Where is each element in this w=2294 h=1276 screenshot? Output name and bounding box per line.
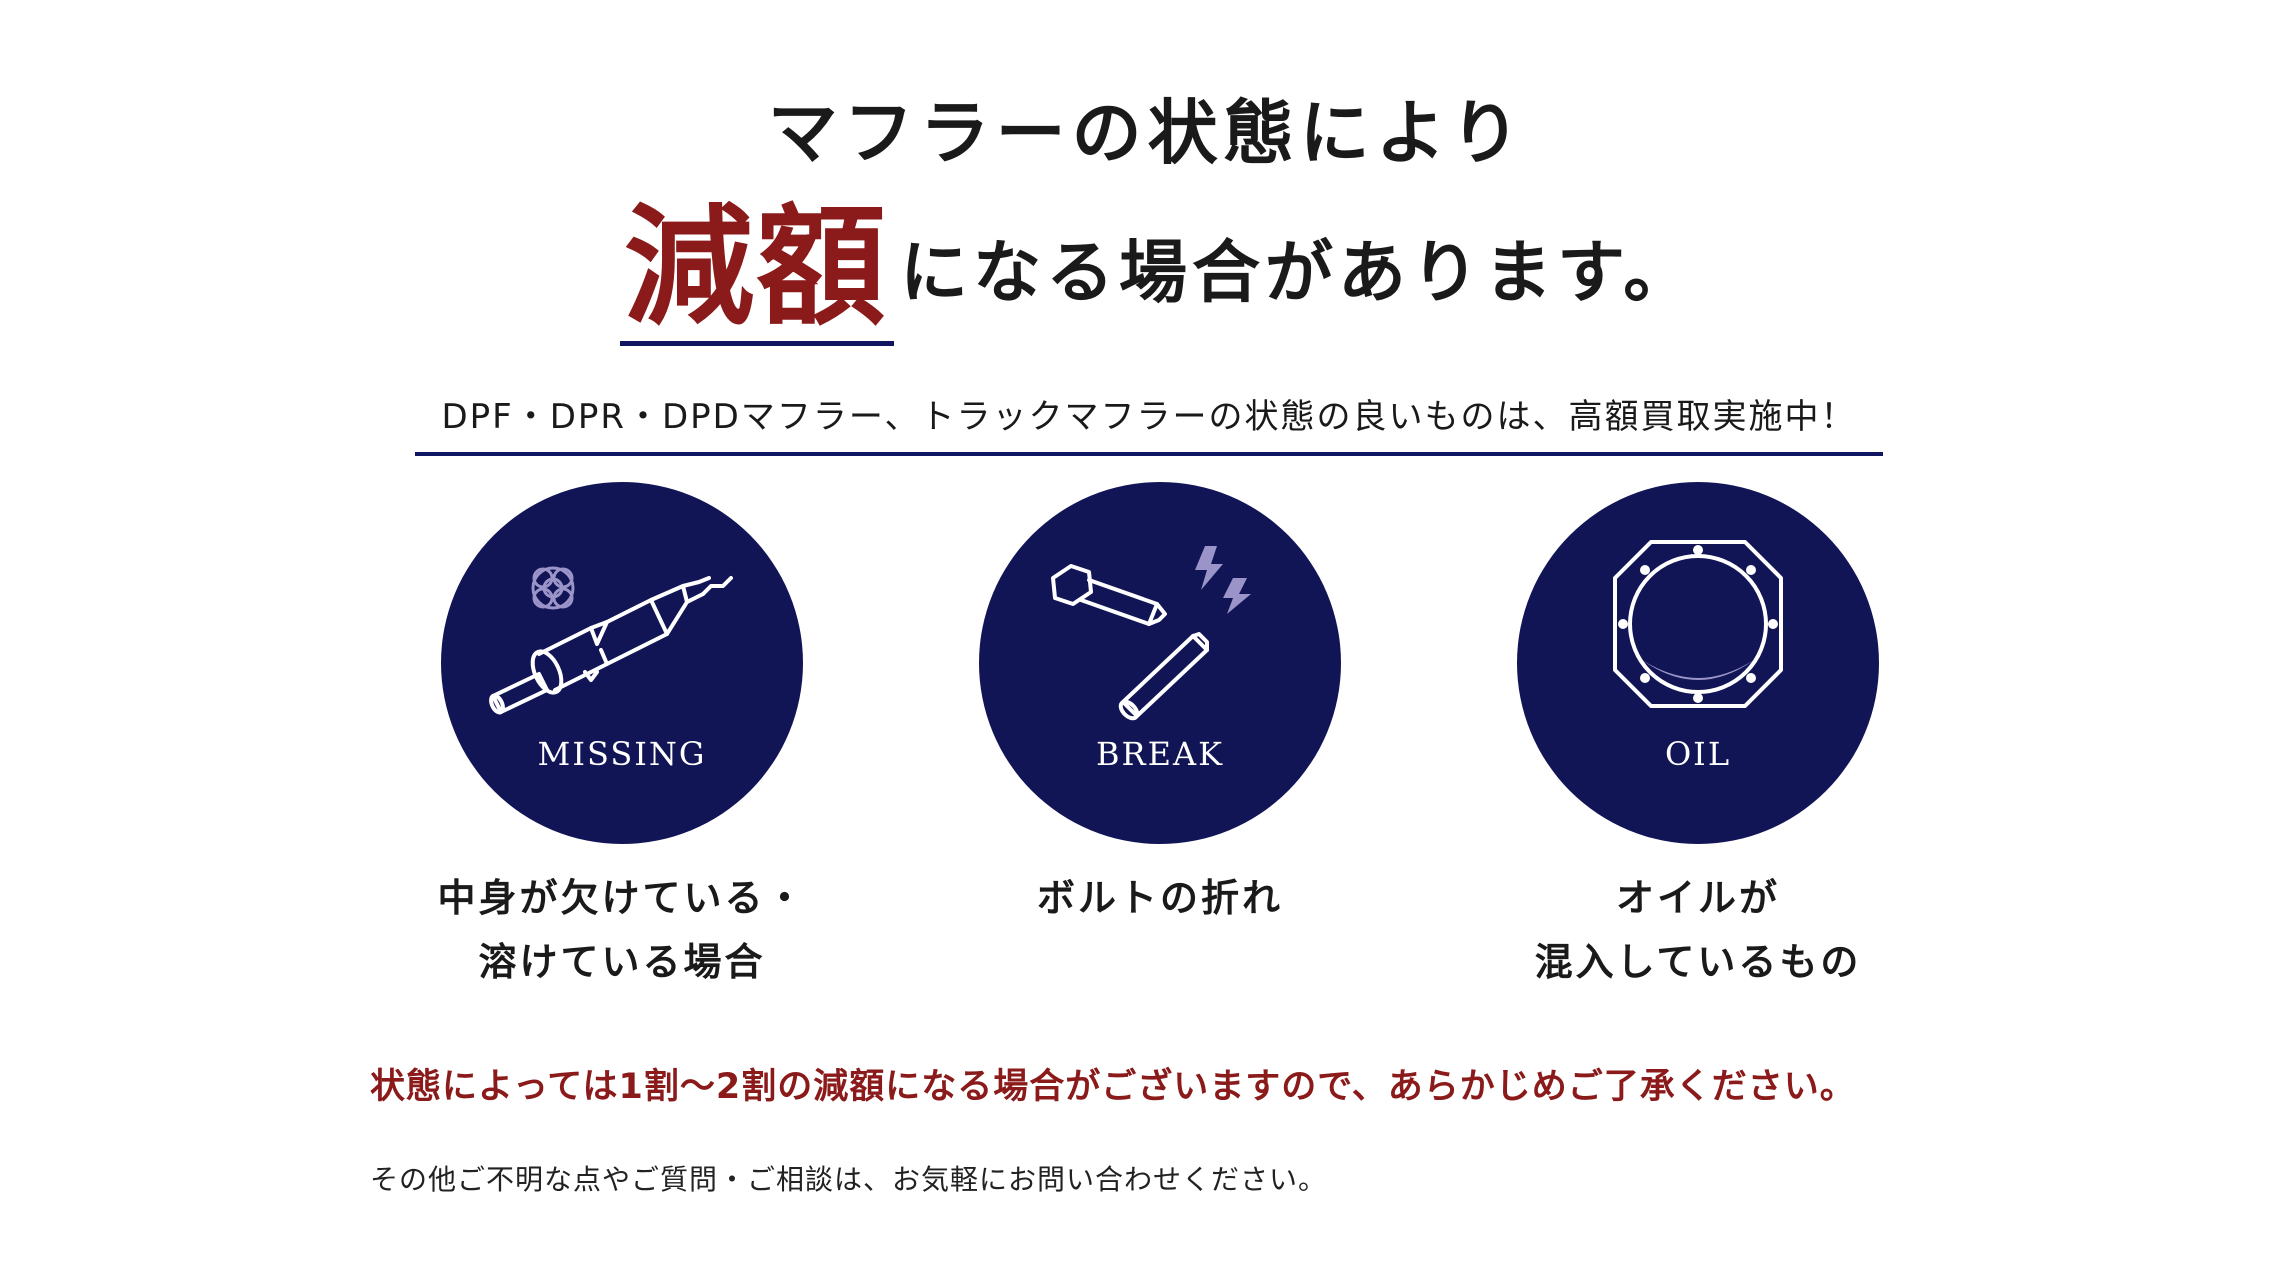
condition-label-oil: OIL bbox=[1664, 735, 1732, 773]
caption-missing: 中身が欠けている・ 溶けている場合 bbox=[392, 866, 852, 994]
caption-oil-line1: オイルが bbox=[1615, 875, 1780, 920]
caption-oil-line2: 混入しているもの bbox=[1534, 939, 1862, 984]
condition-card-missing: MISSING bbox=[441, 482, 803, 844]
caption-break-line1: ボルトの折れ bbox=[1036, 875, 1283, 920]
missing-muffler-icon bbox=[489, 566, 733, 715]
condition-card-oil: OIL bbox=[1517, 482, 1879, 844]
discount-notice: 状態によっては1割〜2割の減額になる場合がございますので、あらかじめご了承くださ… bbox=[370, 1067, 1856, 1107]
subheading: DPF・DPR・DPDマフラー、トラックマフラーの状態の良いものは、高額買取実施… bbox=[415, 392, 1883, 456]
heading-accent: 減額 bbox=[620, 197, 895, 346]
caption-missing-line1: 中身が欠けている・ bbox=[437, 875, 807, 920]
condition-card-break: BREAK bbox=[979, 482, 1341, 844]
condition-label-missing: MISSING bbox=[537, 735, 707, 773]
heading-rest: になる場合があります。 bbox=[900, 233, 1697, 313]
oil-flange-icon bbox=[1613, 540, 1783, 708]
heading-line2: 減額 になる場合があります。 bbox=[620, 196, 1696, 346]
caption-oil: オイルが 混入しているもの bbox=[1468, 866, 1928, 994]
heading-line1: マフラーの状態により bbox=[767, 91, 1527, 174]
contact-footnote: その他ご不明な点やご質問・ご相談は、お気軽にお問い合わせください。 bbox=[370, 1163, 1328, 1196]
condition-label-break: BREAK bbox=[1096, 735, 1224, 773]
caption-missing-line2: 溶けている場合 bbox=[478, 939, 766, 984]
caption-break: ボルトの折れ bbox=[930, 866, 1390, 930]
broken-bolt-icon bbox=[1051, 546, 1251, 721]
